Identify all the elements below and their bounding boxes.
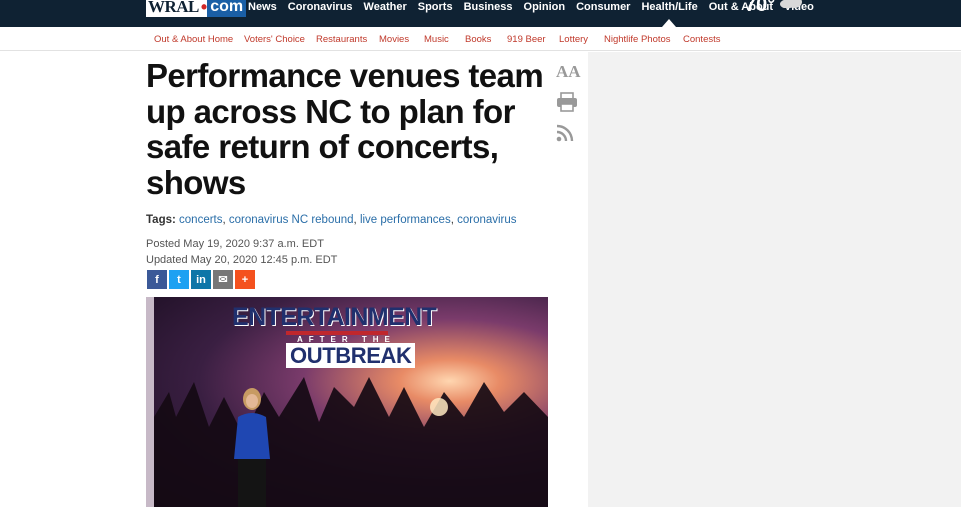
wral-logo[interactable]: WRAL • com <box>146 0 247 17</box>
twitter-share-icon[interactable]: t <box>169 270 189 289</box>
linkedin-share-icon[interactable]: in <box>191 270 211 289</box>
more-share-icon[interactable]: + <box>235 270 255 289</box>
subnav-restaurants[interactable]: Restaurants <box>316 34 367 45</box>
main-nav: News Coronavirus Weather Sports Business… <box>248 0 825 14</box>
nav-business[interactable]: Business <box>464 0 513 14</box>
subnav-out-about-home[interactable]: Out & About Home <box>154 34 233 45</box>
article-dates: Posted May 19, 2020 9:37 a.m. EDT Update… <box>146 236 337 268</box>
updated-date: Updated May 20, 2020 12:45 p.m. EDT <box>146 254 338 266</box>
share-bar: f t in ✉ + <box>147 270 255 289</box>
subnav-books[interactable]: Books <box>465 34 491 45</box>
rss-icon[interactable] <box>556 124 574 142</box>
tags-label: Tags: <box>146 214 176 226</box>
nav-health-life[interactable]: Health/Life <box>641 0 697 14</box>
logo-com-text: com <box>207 0 247 17</box>
graphic-title-entertainment: ENTERTAINMENT <box>232 303 437 331</box>
active-nav-caret <box>662 19 676 27</box>
article-tags: Tags: concerts, coronavirus NC rebound, … <box>146 214 517 226</box>
logo-wral-text: WRAL <box>146 0 201 17</box>
top-nav-bar: WRAL • com News Coronavirus Weather Spor… <box>0 0 961 27</box>
tag-link[interactable]: concerts <box>179 214 222 226</box>
nav-consumer[interactable]: Consumer <box>576 0 630 14</box>
tag-link[interactable]: coronavirus NC rebound <box>229 214 354 226</box>
posted-date: Posted May 19, 2020 9:37 a.m. EDT <box>146 238 324 250</box>
facebook-share-icon[interactable]: f <box>147 270 167 289</box>
article-hero-image[interactable]: ENTERTAINMENT AFTER THE OUTBREAK <box>146 297 548 507</box>
nav-news[interactable]: News <box>248 0 277 14</box>
right-sidebar <box>588 52 961 507</box>
tag-link[interactable]: live performances <box>360 214 451 226</box>
subnav-movies[interactable]: Movies <box>379 34 409 45</box>
news-presenter <box>234 388 270 507</box>
nav-coronavirus[interactable]: Coronavirus <box>288 0 353 14</box>
article-headline: Performance venues team up across NC to … <box>146 57 544 201</box>
subnav-919-beer[interactable]: 919 Beer <box>507 34 546 45</box>
sub-nav: Out & About Home Voters' Choice Restaura… <box>0 27 961 51</box>
font-size-icon[interactable]: AA <box>556 62 581 82</box>
nav-weather[interactable]: Weather <box>364 0 407 14</box>
print-icon[interactable] <box>556 92 578 112</box>
nav-opinion[interactable]: Opinion <box>524 0 566 14</box>
tag-link[interactable]: coronavirus <box>457 214 516 226</box>
subnav-voters-choice[interactable]: Voters' Choice <box>244 34 305 45</box>
graphic-title-outbreak: OUTBREAK <box>286 343 416 368</box>
subnav-lottery[interactable]: Lottery <box>559 34 588 45</box>
subnav-contests[interactable]: Contests <box>683 34 721 45</box>
temperature[interactable]: 70° <box>745 0 775 16</box>
subnav-nightlife-photos[interactable]: Nightlife Photos <box>604 34 671 45</box>
cloud-icon <box>780 0 802 8</box>
email-share-icon[interactable]: ✉ <box>213 270 233 289</box>
subnav-music[interactable]: Music <box>424 34 449 45</box>
nav-sports[interactable]: Sports <box>418 0 453 14</box>
